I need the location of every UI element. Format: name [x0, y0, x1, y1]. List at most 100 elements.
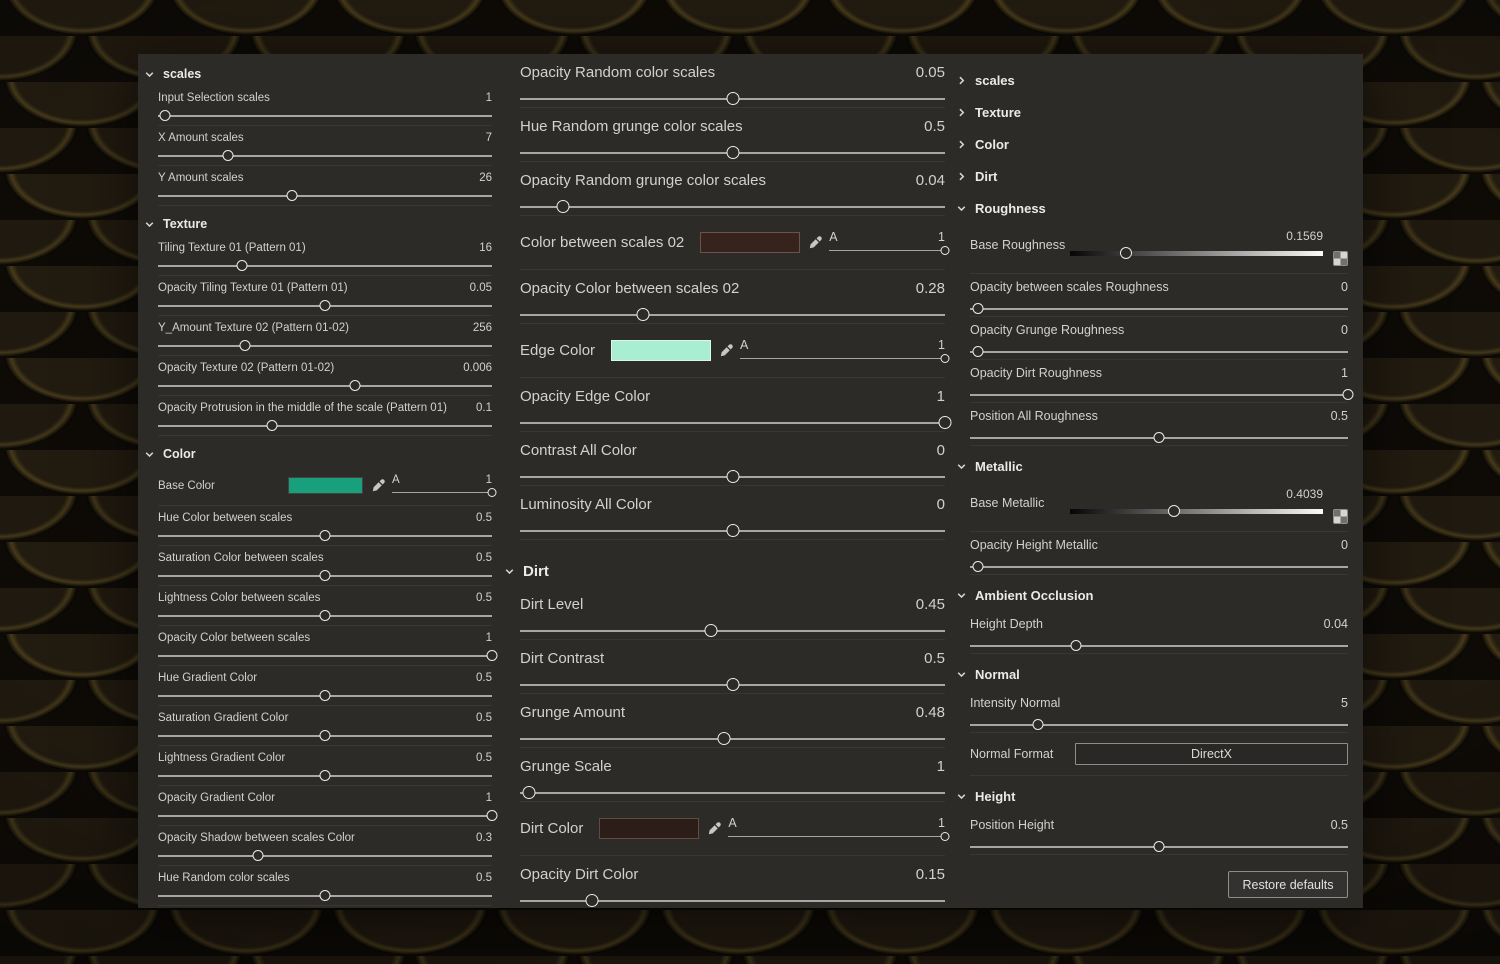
- slider-handle[interactable]: [1120, 247, 1132, 259]
- slider[interactable]: [970, 388, 1348, 402]
- slider-handle[interactable]: [320, 730, 331, 741]
- slider[interactable]: [158, 849, 492, 863]
- slider[interactable]: [520, 416, 945, 430]
- section-dirt[interactable]: Dirt: [956, 160, 1348, 192]
- slider-handle[interactable]: [236, 260, 247, 271]
- slider-handle[interactable]: [223, 150, 234, 161]
- slider-handle[interactable]: [726, 470, 739, 483]
- section-dirt[interactable]: Dirt: [504, 556, 945, 586]
- slider[interactable]: [520, 786, 945, 800]
- slider-handle[interactable]: [556, 200, 569, 213]
- section-scales[interactable]: scales: [956, 64, 1348, 96]
- slider[interactable]: [158, 419, 492, 433]
- slider-handle[interactable]: [939, 416, 952, 429]
- slider-handle[interactable]: [320, 610, 331, 621]
- slider-handle[interactable]: [705, 624, 718, 637]
- eyedropper-icon[interactable]: [720, 344, 733, 357]
- slider-handle[interactable]: [1168, 505, 1180, 517]
- slider-handle[interactable]: [726, 678, 739, 691]
- slider[interactable]: [158, 649, 492, 663]
- slider-handle[interactable]: [972, 346, 983, 357]
- section-height[interactable]: Height: [956, 780, 1348, 812]
- slider-handle[interactable]: [487, 650, 498, 661]
- slider[interactable]: [970, 560, 1348, 574]
- slider-handle[interactable]: [487, 810, 498, 821]
- slider[interactable]: [158, 529, 492, 543]
- slider-handle[interactable]: [726, 524, 739, 537]
- slider[interactable]: [158, 259, 492, 273]
- color-swatch[interactable]: [700, 232, 800, 253]
- alpha-slider[interactable]: [740, 353, 945, 364]
- section-texture[interactable]: Texture: [956, 96, 1348, 128]
- slider-handle[interactable]: [1033, 719, 1044, 730]
- alpha-slider[interactable]: [728, 831, 945, 842]
- slider-handle[interactable]: [320, 570, 331, 581]
- slider-handle[interactable]: [253, 850, 264, 861]
- texture-map-icon[interactable]: [1333, 251, 1348, 266]
- slider-handle[interactable]: [972, 303, 983, 314]
- slider[interactable]: [158, 339, 492, 353]
- slider[interactable]: [520, 470, 945, 484]
- slider[interactable]: [158, 299, 492, 313]
- texture-map-icon[interactable]: [1333, 509, 1348, 524]
- alpha-slider[interactable]: [392, 487, 492, 498]
- slider-handle[interactable]: [586, 894, 599, 907]
- slider[interactable]: [158, 809, 492, 823]
- slider[interactable]: [520, 732, 945, 746]
- section-roughness[interactable]: Roughness: [956, 192, 1348, 224]
- section-texture[interactable]: Texture: [144, 212, 492, 236]
- slider-handle[interactable]: [522, 786, 535, 799]
- slider-handle[interactable]: [1154, 432, 1165, 443]
- gradient-slider[interactable]: [1070, 246, 1323, 260]
- slider[interactable]: [520, 146, 945, 160]
- slider[interactable]: [520, 894, 945, 908]
- slider-handle[interactable]: [972, 561, 983, 572]
- eyedropper-icon[interactable]: [708, 822, 721, 835]
- slider-handle[interactable]: [726, 92, 739, 105]
- section-color[interactable]: Color: [144, 442, 492, 466]
- slider[interactable]: [158, 189, 492, 203]
- slider[interactable]: [158, 569, 492, 583]
- slider[interactable]: [970, 718, 1348, 732]
- slider-handle[interactable]: [350, 380, 361, 391]
- color-swatch[interactable]: [599, 818, 699, 839]
- slider-handle[interactable]: [726, 146, 739, 159]
- alpha-slider[interactable]: [829, 245, 945, 256]
- slider-handle[interactable]: [320, 690, 331, 701]
- slider-handle[interactable]: [488, 488, 497, 497]
- color-swatch[interactable]: [611, 340, 711, 361]
- slider-handle[interactable]: [320, 890, 331, 901]
- color-swatch[interactable]: [288, 477, 363, 494]
- eyedropper-icon[interactable]: [809, 236, 822, 249]
- slider[interactable]: [970, 302, 1348, 316]
- slider[interactable]: [158, 729, 492, 743]
- eyedropper-icon[interactable]: [372, 479, 385, 492]
- slider-handle[interactable]: [718, 732, 731, 745]
- slider-handle[interactable]: [1343, 389, 1354, 400]
- slider[interactable]: [520, 92, 945, 106]
- slider[interactable]: [970, 431, 1348, 445]
- slider-handle[interactable]: [159, 110, 170, 121]
- slider-handle[interactable]: [1070, 640, 1081, 651]
- restore-defaults-button[interactable]: Restore defaults: [1228, 871, 1348, 898]
- slider-handle[interactable]: [286, 190, 297, 201]
- slider[interactable]: [158, 609, 492, 623]
- slider[interactable]: [520, 308, 945, 322]
- section-color[interactable]: Color: [956, 128, 1348, 160]
- slider-handle[interactable]: [1154, 841, 1165, 852]
- slider-handle[interactable]: [941, 246, 950, 255]
- slider-handle[interactable]: [320, 300, 331, 311]
- normal-format-select[interactable]: DirectX: [1075, 743, 1348, 765]
- slider[interactable]: [970, 840, 1348, 854]
- slider-handle[interactable]: [266, 420, 277, 431]
- section-ambient-occlusion[interactable]: Ambient Occlusion: [956, 579, 1348, 611]
- slider-handle[interactable]: [941, 354, 950, 363]
- slider[interactable]: [158, 769, 492, 783]
- slider[interactable]: [970, 639, 1348, 653]
- section-metallic[interactable]: Metallic: [956, 450, 1348, 482]
- slider-handle[interactable]: [637, 308, 650, 321]
- slider-handle[interactable]: [320, 770, 331, 781]
- slider[interactable]: [158, 689, 492, 703]
- slider[interactable]: [520, 624, 945, 638]
- slider-handle[interactable]: [941, 832, 950, 841]
